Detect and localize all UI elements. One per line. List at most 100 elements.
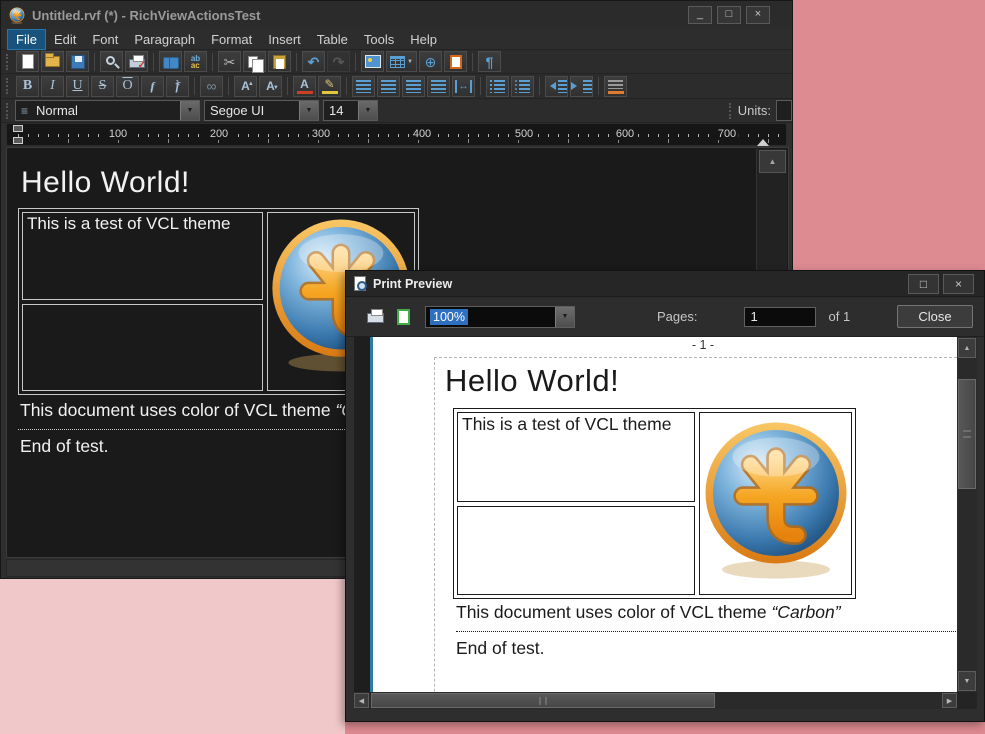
maximize-button[interactable]: □ — [717, 6, 741, 24]
zoom-combo-arrow[interactable]: ▼ — [555, 307, 574, 327]
doc-heading: Hello World! — [21, 166, 190, 200]
cut-button[interactable]: ✂ — [218, 51, 241, 72]
align-right-button[interactable] — [402, 76, 425, 97]
scroll-right-button[interactable]: ▶ — [942, 693, 957, 708]
superscript-button[interactable]: f2 — [166, 76, 189, 97]
toolbar-grip[interactable] — [6, 54, 11, 70]
size-combo-arrow[interactable]: ▼ — [358, 101, 377, 120]
page-number-header: - 1 - — [673, 338, 733, 352]
zoom-combo[interactable]: 100% ▼ — [425, 306, 575, 328]
minimize-button[interactable]: _ — [688, 6, 712, 24]
toolbar-grip[interactable] — [729, 103, 734, 119]
units-combo[interactable] — [776, 100, 792, 121]
menu-help[interactable]: Help — [402, 30, 445, 49]
new-document-button[interactable] — [16, 51, 39, 72]
paste-button[interactable] — [268, 51, 291, 72]
document-frame-icon — [450, 55, 462, 69]
preview-horizontal-scrollbar[interactable]: ◀ ▶ — [354, 692, 957, 709]
decrease-indent-button[interactable] — [545, 76, 568, 97]
justify-button[interactable] — [427, 76, 450, 97]
insert-document-button[interactable] — [444, 51, 467, 72]
preview-page[interactable]: - 1 - Hello World! This is a test of VCL… — [373, 337, 957, 692]
font-color-button[interactable]: A — [293, 76, 316, 97]
replace-button[interactable]: abac — [184, 51, 207, 72]
page-number-input[interactable] — [744, 307, 816, 327]
horizontal-scroll-thumb[interactable] — [371, 693, 715, 708]
preview-vertical-scrollbar[interactable]: ▲ ▼ — [957, 337, 977, 692]
subscript-button[interactable]: f2 — [141, 76, 164, 97]
font-color-bar — [297, 91, 313, 94]
scroll-up-button[interactable]: ▲ — [958, 338, 976, 358]
increase-indent-button[interactable] — [570, 76, 593, 97]
scroll-down-button[interactable]: ▼ — [958, 671, 976, 691]
highlight-button[interactable]: ✎ — [318, 76, 341, 97]
font-size-combo[interactable]: 14 ▼ — [323, 100, 378, 121]
scroll-left-button[interactable]: ◀ — [354, 693, 369, 708]
underline-icon: U — [72, 79, 82, 93]
find-button[interactable] — [159, 51, 182, 72]
menu-format[interactable]: Format — [203, 30, 260, 49]
bold-button[interactable]: B — [16, 76, 39, 97]
underline-button[interactable]: U — [66, 76, 89, 97]
menu-insert[interactable]: Insert — [260, 30, 309, 49]
pilcrow-icon: ¶ — [486, 55, 494, 69]
preview-title-bar[interactable]: Print Preview □ × — [346, 271, 984, 297]
preview-print-icon[interactable] — [367, 313, 384, 323]
pages-label: Pages: — [657, 309, 697, 324]
font-name-combo[interactable]: Segoe UI ▼ — [204, 100, 319, 121]
undo-button[interactable]: ↶ — [302, 51, 325, 72]
align-center-button[interactable] — [377, 76, 400, 97]
insert-picture-button[interactable] — [361, 51, 384, 72]
menu-file[interactable]: File — [7, 29, 46, 50]
toolbar-grip[interactable] — [6, 78, 11, 94]
preview-close-button[interactable]: Close — [897, 305, 973, 328]
close-button[interactable]: × — [746, 6, 770, 24]
menu-paragraph[interactable]: Paragraph — [126, 30, 203, 49]
hyperlink-button[interactable]: ⊕ — [419, 51, 442, 72]
right-indent-marker[interactable] — [757, 133, 769, 146]
redo-button[interactable]: ↷ — [327, 51, 350, 72]
print-preview-button[interactable] — [100, 51, 123, 72]
ruler[interactable]: 100 200 300 400 500 600 700 — [6, 123, 787, 146]
vertical-scroll-thumb[interactable] — [958, 379, 976, 489]
show-formatting-button[interactable]: ¶ — [478, 51, 501, 72]
preview-maximize-button[interactable]: □ — [908, 274, 939, 294]
save-button[interactable] — [66, 51, 89, 72]
scroll-up-button[interactable]: ▲ — [759, 150, 786, 173]
window-title: Untitled.rvf (*) - RichViewActionsTest — [32, 8, 261, 23]
preview-page-setup-icon[interactable] — [397, 309, 410, 325]
shrink-font-button[interactable]: A▼ — [259, 76, 282, 97]
italic-button[interactable]: I — [41, 76, 64, 97]
bullets-button[interactable] — [486, 76, 509, 97]
first-line-indent-marker[interactable] — [13, 125, 23, 132]
ruler-ticks — [18, 134, 782, 137]
chevron-down-icon[interactable]: ▼ — [407, 59, 413, 65]
menu-tools[interactable]: Tools — [356, 30, 402, 49]
align-left-button[interactable] — [352, 76, 375, 97]
fit-width-button[interactable]: ↔ — [452, 76, 475, 97]
open-button[interactable] — [41, 51, 64, 72]
units-label: Units: — [738, 103, 771, 118]
preview-close-x-button[interactable]: × — [943, 274, 974, 294]
insert-table-button[interactable]: ▼ — [386, 51, 417, 72]
style-combo-arrow[interactable]: ▼ — [180, 101, 199, 120]
hidden-text-button[interactable]: ∞ — [200, 76, 223, 97]
toolbar-formatting: B I U S O f2 f2 ∞ A▲ A▼ A ✎ ↔ — [1, 74, 792, 99]
menu-edit[interactable]: Edit — [46, 30, 84, 49]
strikethrough-button[interactable]: S — [91, 76, 114, 97]
grow-font-button[interactable]: A▲ — [234, 76, 257, 97]
menu-table[interactable]: Table — [309, 30, 356, 49]
font-combo-arrow[interactable]: ▼ — [299, 101, 318, 120]
menu-font[interactable]: Font — [84, 30, 126, 49]
paragraph-shading-button[interactable] — [604, 76, 627, 97]
overline-button[interactable]: O — [116, 76, 139, 97]
print-button[interactable]: ✓ — [125, 51, 148, 72]
numbering-button[interactable] — [511, 76, 534, 97]
doc-table-cell[interactable]: This is a test of VCL theme — [22, 212, 263, 300]
copy-button[interactable] — [243, 51, 266, 72]
left-indent-marker[interactable] — [13, 137, 23, 144]
doc-table-cell-empty[interactable] — [22, 304, 263, 392]
paragraph-style-combo[interactable]: ≡ Normal ▼ — [15, 100, 200, 121]
main-title-bar[interactable]: Untitled.rvf (*) - RichViewActionsTest _… — [1, 1, 792, 29]
toolbar-grip[interactable] — [6, 103, 11, 119]
